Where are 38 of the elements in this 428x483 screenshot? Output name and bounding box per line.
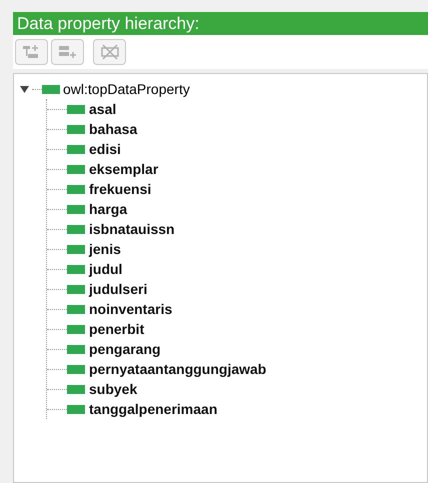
- tree-item[interactable]: penerbit: [89, 318, 144, 340]
- property-icon: [67, 184, 85, 194]
- tree-item[interactable]: harga: [89, 198, 128, 220]
- collapse-triangle-icon[interactable]: [20, 84, 29, 94]
- property-icon: [67, 104, 85, 114]
- tree-item[interactable]: judul: [89, 258, 122, 280]
- property-icon: [67, 324, 85, 334]
- property-icon: [67, 164, 85, 174]
- property-icon: [67, 364, 85, 374]
- tree-item[interactable]: noinventaris: [89, 298, 172, 320]
- tree-item[interactable]: frekuensi: [89, 178, 152, 200]
- delete-icon: [100, 43, 120, 61]
- tree-item[interactable]: pernyataantanggungjawab: [89, 358, 266, 380]
- property-icon: [67, 204, 85, 214]
- property-icon: [67, 344, 85, 354]
- property-icon: [67, 404, 85, 414]
- add-sibling-icon: [58, 44, 78, 60]
- tree-item[interactable]: subyek: [89, 378, 138, 400]
- tree-item[interactable]: asal: [89, 98, 116, 120]
- property-icon: [42, 84, 60, 94]
- property-icon: [67, 224, 85, 234]
- tree-item[interactable]: tanggalpenerimaan: [89, 398, 218, 420]
- property-icon: [67, 244, 85, 254]
- tree-item[interactable]: judulseri: [89, 278, 148, 300]
- property-icon: [67, 144, 85, 154]
- tree-item[interactable]: owl:topDataProperty: [63, 78, 190, 100]
- tree-item[interactable]: edisi: [89, 138, 121, 160]
- property-icon: [67, 124, 85, 134]
- tree-item[interactable]: bahasa: [89, 118, 138, 140]
- property-icon: [67, 284, 85, 294]
- property-icon: [67, 384, 85, 394]
- panel-title: Data property hierarchy:: [13, 12, 428, 35]
- tree-item[interactable]: jenis: [89, 238, 121, 260]
- tree-item[interactable]: pengarang: [89, 338, 161, 360]
- property-icon: [67, 264, 85, 274]
- tree-item[interactable]: isbnatauissn: [89, 218, 175, 240]
- tree-item[interactable]: eksemplar: [89, 158, 158, 180]
- property-icon: [67, 304, 85, 314]
